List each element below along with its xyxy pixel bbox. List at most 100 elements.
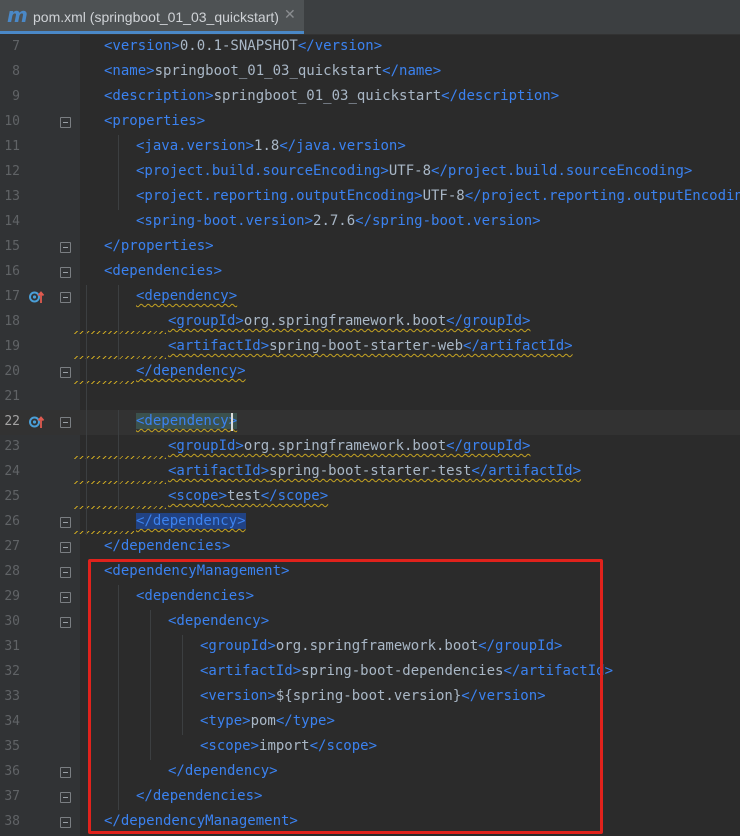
line-number: 25: [4, 489, 20, 504]
code-line: 25 <scope>test</scope>: [0, 485, 740, 510]
xml-tag: </dependencies>: [104, 538, 231, 554]
xml-value: spring-boot-starter-web: [269, 338, 464, 354]
warning-underline: [74, 331, 166, 334]
fold-marker-icon[interactable]: [60, 417, 71, 428]
code-line: 15 </properties>: [0, 235, 740, 260]
line-number: 11: [4, 139, 20, 154]
warning-underline: [74, 356, 166, 359]
code-line: 17 <dependency>: [0, 285, 740, 310]
code-line: 8 <name>springboot_01_03_quickstart</name…: [0, 60, 740, 85]
code-line: 16 <dependencies>: [0, 260, 740, 285]
line-number: 29: [4, 589, 20, 604]
line-number: 23: [4, 439, 20, 454]
xml-value: 1.8: [254, 138, 280, 154]
line-number: 15: [4, 239, 20, 254]
maven-dependency-icon[interactable]: [29, 290, 45, 304]
xml-value: spring-boot-starter-test: [269, 463, 472, 479]
xml-tag: <java.version>: [136, 138, 255, 154]
code-text: <groupId>org.springframework.boot</group…: [168, 313, 530, 329]
xml-tag: </artifactId>: [463, 338, 573, 354]
code-line: 10 <properties>: [0, 110, 740, 135]
line-number: 38: [4, 814, 20, 829]
line-number: 9: [12, 89, 20, 104]
code-text: <artifactId>spring-boot-starter-test</ar…: [168, 463, 581, 479]
line-number: 16: [4, 264, 20, 279]
warning-underline: [74, 456, 166, 459]
line-number: 37: [4, 789, 20, 804]
fold-marker-icon[interactable]: [60, 592, 71, 603]
xml-tag: </project.reporting.outputEncoding>: [464, 188, 740, 204]
indent-guide: [118, 135, 119, 210]
line-number: 27: [4, 539, 20, 554]
xml-tag: </scope>: [260, 488, 329, 504]
fold-marker-icon[interactable]: [60, 792, 71, 803]
highlight-box: [88, 559, 603, 834]
selected-tag: </dependency>: [136, 513, 246, 529]
xml-value: 2.7.6: [313, 213, 356, 229]
maven-dependency-icon[interactable]: [29, 415, 45, 429]
line-number: 8: [12, 64, 20, 79]
editor-tab-bar: m pom.xml (springboot_01_03_quickstart) …: [0, 0, 740, 35]
indent-guide: [118, 410, 119, 510]
line-number: 28: [4, 564, 20, 579]
code-line: 18 <groupId>org.springframework.boot</gro…: [0, 310, 740, 335]
fold-marker-icon[interactable]: [60, 292, 71, 303]
code-line: 7 <version>0.0.1-SNAPSHOT</version>: [0, 35, 740, 60]
fold-marker-icon[interactable]: [60, 542, 71, 553]
line-number: 19: [4, 339, 20, 354]
line-number: 21: [4, 389, 20, 404]
tab-title: pom.xml (springboot_01_03_quickstart): [33, 9, 279, 25]
fold-marker-icon[interactable]: [60, 767, 71, 778]
line-number: 13: [4, 189, 20, 204]
xml-tag: <name>: [104, 63, 155, 79]
code-line: 13 <project.reporting.outputEncoding>UTF-…: [0, 185, 740, 210]
code-text: <dependencies>: [104, 263, 222, 279]
code-line: 21: [0, 385, 740, 410]
xml-tag: <dependency>: [136, 288, 238, 304]
line-number: 10: [4, 114, 20, 129]
xml-tag: <description>: [104, 88, 214, 104]
line-number: 7: [12, 39, 20, 54]
xml-value: org.springframework.boot: [243, 313, 447, 329]
line-number: 14: [4, 214, 20, 229]
fold-marker-icon[interactable]: [60, 267, 71, 278]
xml-tag: <properties>: [104, 113, 206, 129]
xml-tag: <project.build.sourceEncoding>: [136, 163, 389, 179]
fold-marker-icon[interactable]: [60, 367, 71, 378]
line-number: 18: [4, 314, 20, 329]
line-number: 30: [4, 614, 20, 629]
line-number: 35: [4, 739, 20, 754]
code-line: 20 </dependency>: [0, 360, 740, 385]
code-text: <name>springboot_01_03_quickstart</name>: [104, 63, 441, 79]
xml-tag: </java.version>: [279, 138, 406, 154]
xml-tag: <spring-boot.version>: [136, 213, 314, 229]
xml-tag: </dependency>: [136, 363, 246, 379]
warning-underline: [74, 506, 166, 509]
fold-marker-icon[interactable]: [60, 242, 71, 253]
selected-tag: <dependency>: [136, 413, 238, 429]
code-text: </dependencies>: [104, 538, 230, 554]
fold-marker-icon[interactable]: [60, 517, 71, 528]
code-line: 9 <description>springboot_01_03_quickstar…: [0, 85, 740, 110]
line-number: 26: [4, 514, 20, 529]
fold-marker-icon[interactable]: [60, 567, 71, 578]
xml-tag: <artifactId>: [168, 463, 270, 479]
fold-marker-icon[interactable]: [60, 117, 71, 128]
line-number: 36: [4, 764, 20, 779]
xml-tag: </spring-boot.version>: [355, 213, 541, 229]
xml-tag: </version>: [297, 38, 383, 54]
fold-marker-icon[interactable]: [60, 817, 71, 828]
xml-tag: </groupId>: [446, 438, 531, 454]
warning-underline: [74, 381, 134, 384]
code-line: 23 <groupId>org.springframework.boot</gro…: [0, 435, 740, 460]
tab-pom-xml[interactable]: m pom.xml (springboot_01_03_quickstart) …: [0, 0, 304, 34]
xml-tag: </project.build.sourceEncoding>: [431, 163, 693, 179]
code-line: 19 <artifactId>spring-boot-starter-web</a…: [0, 335, 740, 360]
close-tab-icon[interactable]: ✕: [284, 7, 296, 23]
code-line: 24 <artifactId>spring-boot-starter-test</…: [0, 460, 740, 485]
xml-tag: </dependency>: [136, 513, 246, 529]
fold-marker-icon[interactable]: [60, 617, 71, 628]
line-number: 34: [4, 714, 20, 729]
line-number: 32: [4, 664, 20, 679]
text-cursor: [231, 413, 233, 431]
